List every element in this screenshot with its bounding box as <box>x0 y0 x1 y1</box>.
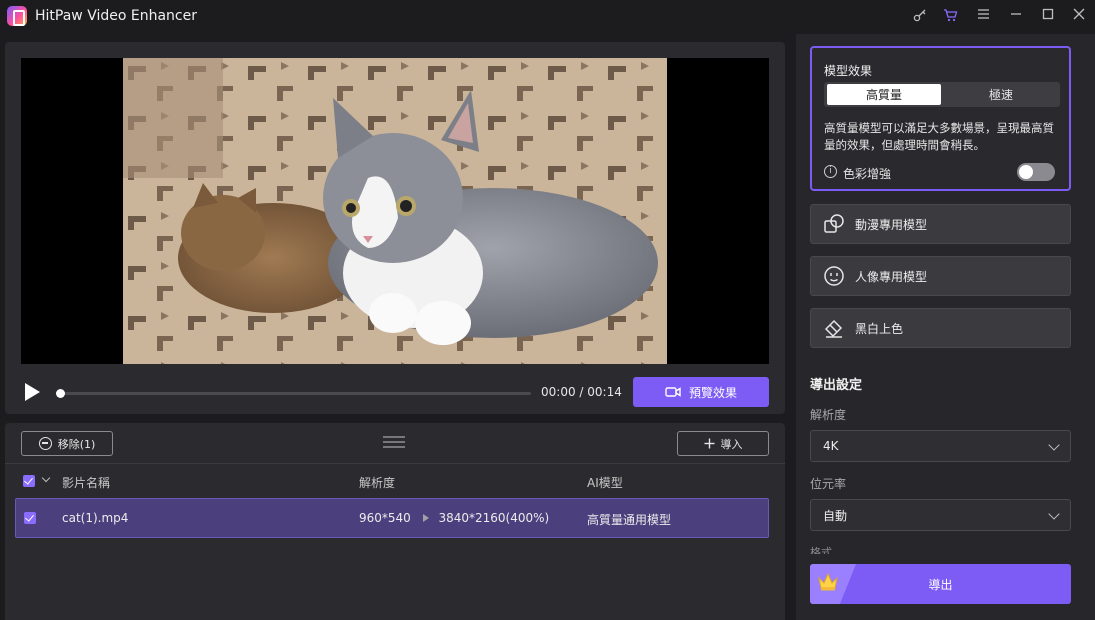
chevron-down-icon[interactable] <box>41 473 51 483</box>
file-list-panel: 移除(1) 導入 影片名稱 解析度 AI模型 cat(1).mp4 960*54… <box>5 423 785 620</box>
plus-icon <box>704 438 714 449</box>
resolution-value: 4K <box>823 439 839 453</box>
export-settings-title: 導出設定 <box>810 378 863 393</box>
chevron-down-icon <box>1048 508 1060 520</box>
face-icon <box>824 266 844 286</box>
row-file-name: cat(1).mp4 <box>62 511 129 525</box>
crown-icon <box>818 572 838 591</box>
seek-bar[interactable] <box>56 389 531 398</box>
preview-effect-button[interactable]: 預覽效果 <box>633 377 769 407</box>
preview-effect-label: 預覽效果 <box>688 385 737 400</box>
video-frame-cats <box>123 58 667 364</box>
list-header: 影片名稱 解析度 AI模型 <box>5 469 785 493</box>
title-bar: HitPaw Video Enhancer <box>0 0 1095 34</box>
cart-icon[interactable] <box>942 8 958 24</box>
row-res-to: 3840*2160(400%) <box>438 511 550 525</box>
seek-handle[interactable] <box>56 389 65 398</box>
anime-shapes-icon <box>824 214 844 233</box>
colorize-model-button[interactable]: 黑白上色 <box>810 308 1071 348</box>
mode-fast[interactable]: 極速 <box>944 84 1058 105</box>
model-description: 高質量模型可以滿足大多數場景，呈現最高質量的效果，但處理時間會稍長。 <box>824 121 1054 152</box>
row-checkbox[interactable] <box>24 512 36 524</box>
select-all-checkbox[interactable] <box>23 475 35 487</box>
maximize-icon[interactable] <box>1040 8 1056 24</box>
header-ai-model: AI模型 <box>587 476 623 490</box>
menu-icon[interactable] <box>975 8 991 24</box>
app-title: HitPaw Video Enhancer <box>35 8 197 24</box>
general-model-card[interactable]: 模型效果 高質量 極速 高質量模型可以滿足大多數場景，呈現最高質量的效果，但處理… <box>810 46 1071 191</box>
minimize-icon[interactable] <box>1008 8 1024 24</box>
resolution-select[interactable]: 4K <box>810 430 1071 462</box>
anime-model-button[interactable]: 動漫專用模型 <box>810 204 1071 244</box>
portrait-model-button[interactable]: 人像專用模型 <box>810 256 1071 296</box>
drag-handle-icon[interactable] <box>383 436 405 450</box>
info-icon[interactable]: i <box>824 165 837 178</box>
bitrate-select[interactable]: 自動 <box>810 499 1071 531</box>
header-file-name: 影片名稱 <box>62 476 111 490</box>
colorize-model-label: 黑白上色 <box>855 321 904 336</box>
portrait-model-label: 人像專用模型 <box>855 269 928 284</box>
anime-model-label: 動漫專用模型 <box>855 217 928 232</box>
play-button[interactable] <box>25 383 40 401</box>
header-resolution: 解析度 <box>359 476 396 490</box>
playback-controls: 00:00 / 00:14 預覽效果 <box>21 377 769 407</box>
export-label: 導出 <box>928 577 953 592</box>
color-enhance-label: 色彩增強 <box>843 167 892 181</box>
export-button[interactable]: 導出 <box>810 564 1071 604</box>
time-readout: 00:00 / 00:14 <box>541 385 622 399</box>
key-icon[interactable] <box>912 8 928 24</box>
bitrate-value: 自動 <box>823 508 848 523</box>
import-label: 導入 <box>720 437 743 451</box>
row-ai-model: 高質量通用模型 <box>587 513 672 527</box>
mode-high-quality[interactable]: 高質量 <box>827 84 941 105</box>
format-label: 格式 <box>810 546 832 554</box>
arrow-right-icon <box>422 514 429 522</box>
list-toolbar: 移除(1) 導入 <box>5 423 785 464</box>
remove-label: 移除(1) <box>57 437 96 451</box>
app-logo <box>7 6 27 26</box>
import-button[interactable]: 導入 <box>677 431 769 456</box>
minus-circle-icon <box>38 437 52 450</box>
row-res-from: 960*540 <box>359 511 411 525</box>
preview-panel: 00:00 / 00:14 預覽效果 <box>5 42 785 414</box>
color-enhance-toggle[interactable] <box>1017 163 1055 181</box>
table-row[interactable]: cat(1).mp4 960*540 3840*2160(400%) 高質量通用… <box>15 498 769 538</box>
quality-mode-switch: 高質量 極速 <box>824 82 1060 107</box>
bitrate-label: 位元率 <box>810 477 847 491</box>
paint-bucket-icon <box>824 319 843 338</box>
settings-panel: 模型效果 高質量 極速 高質量模型可以滿足大多數場景，呈現最高質量的效果，但處理… <box>796 34 1095 620</box>
video-camera-icon <box>665 387 681 397</box>
model-effect-title: 模型效果 <box>824 64 873 78</box>
video-player[interactable] <box>21 58 769 364</box>
resolution-label: 解析度 <box>810 408 847 422</box>
remove-button[interactable]: 移除(1) <box>21 431 113 456</box>
close-icon[interactable] <box>1071 8 1087 24</box>
export-badge <box>810 564 856 604</box>
chevron-down-icon <box>1048 439 1060 451</box>
